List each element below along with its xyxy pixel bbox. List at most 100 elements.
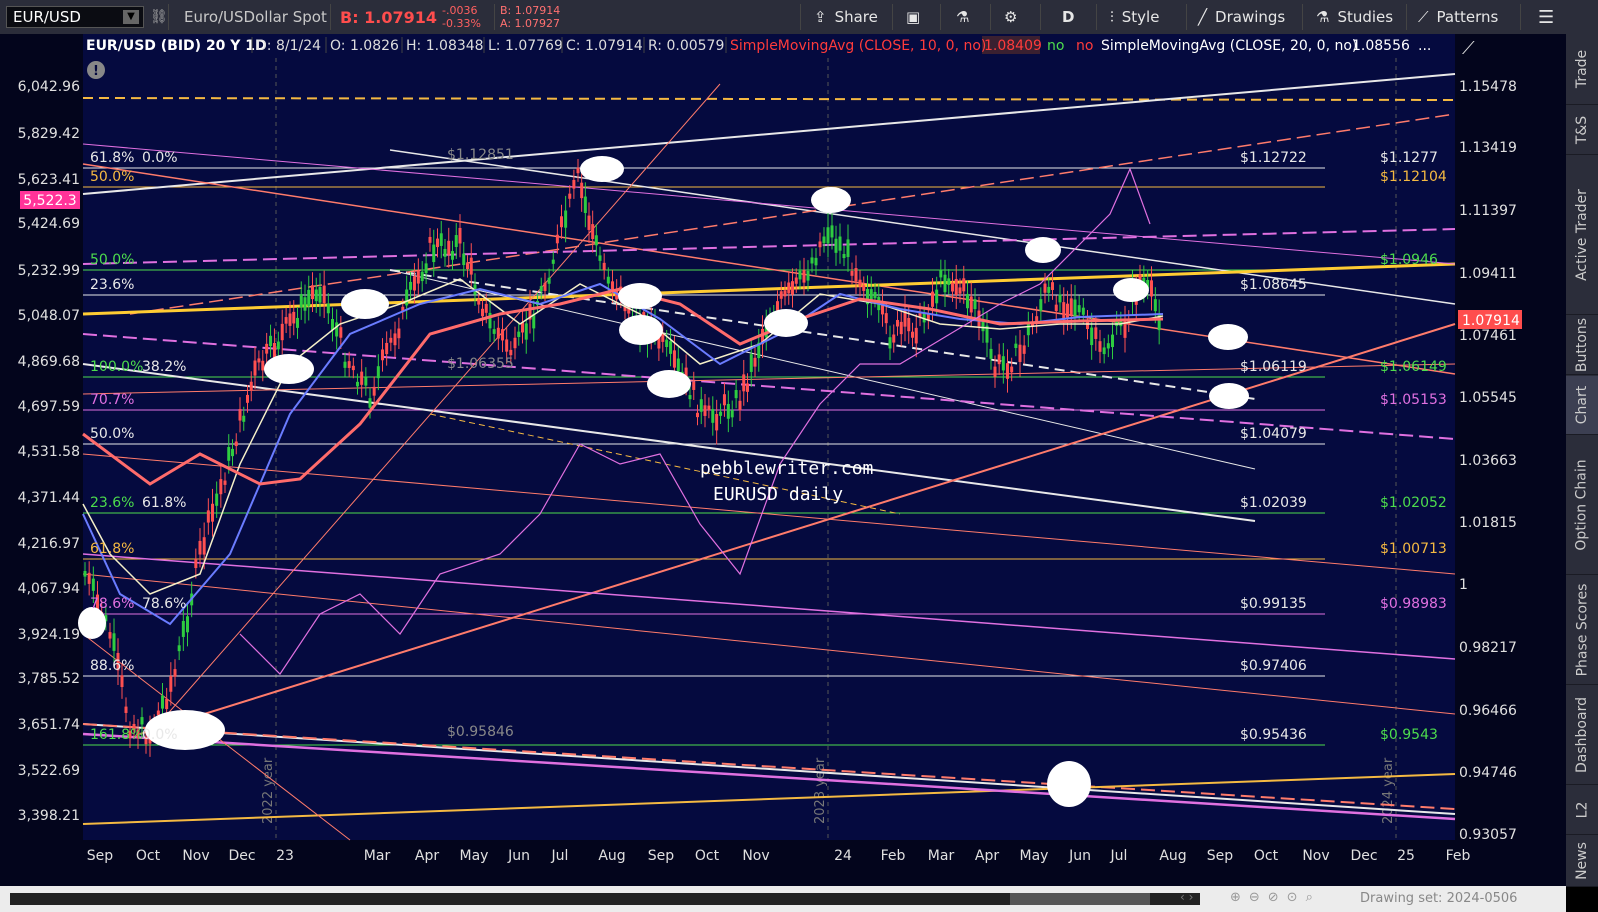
style-button[interactable]: ⫶ Style xyxy=(1110,0,1159,34)
candle-body xyxy=(416,270,420,284)
right-axis-tick: 1.13419 xyxy=(1459,140,1517,156)
candle-body xyxy=(726,403,730,419)
fib-right-price: $1.06149 xyxy=(1380,359,1447,375)
infobar-field: SimpleMovingAvg (CLOSE, 10, 0, no) xyxy=(730,38,986,54)
x-axis-tick: Sep xyxy=(1207,848,1234,864)
sidebar-tab-news[interactable]: News xyxy=(1566,836,1598,887)
marker-ellipse xyxy=(1113,278,1149,302)
candle-body xyxy=(587,215,591,230)
candle-body xyxy=(547,277,551,284)
share-button[interactable]: ⇪ Share xyxy=(814,0,878,34)
candle-body xyxy=(517,331,521,338)
period-button[interactable]: D xyxy=(1062,0,1074,34)
x-axis-tick: Jul xyxy=(551,848,569,864)
chevron-down-icon[interactable]: ▼ xyxy=(123,10,139,24)
fib-price-label: $1.04079 xyxy=(1240,426,1307,442)
candle-body xyxy=(83,570,87,577)
sidebar-tab-trade[interactable]: Trade xyxy=(1566,34,1598,105)
candle-body xyxy=(564,210,568,228)
price-chart[interactable]: 2022 year 2023 year 2024 year pebblewriter… xyxy=(0,34,1566,886)
drawing-tool-icon: ⟋ xyxy=(1462,38,1475,59)
candle-body xyxy=(505,339,509,352)
candle-body xyxy=(351,365,355,371)
candle-body xyxy=(873,291,877,299)
sidebar-tab-buttons[interactable]: Buttons xyxy=(1566,316,1598,375)
x-axis-tick: Sep xyxy=(648,848,675,864)
sidebar-tab-t-s[interactable]: T&S xyxy=(1566,106,1598,155)
candle-body xyxy=(854,268,858,282)
fib-pct-label-2: 0.0% xyxy=(142,727,178,743)
candle-body xyxy=(432,244,436,263)
gallery-icon[interactable]: ▣ xyxy=(906,0,920,34)
left-price-badge-text: 5,522.3 xyxy=(23,193,76,209)
candle-body xyxy=(830,225,834,238)
candle-body xyxy=(730,410,734,418)
candle-body xyxy=(492,329,496,334)
fib-right-price: $1.05153 xyxy=(1380,392,1447,408)
bottom-scrollbar[interactable]: ‹ › ⊕⊖⊘⊙⌕ Drawing set: 2024-0506 xyxy=(0,886,1566,912)
link-icon[interactable]: ⛓ xyxy=(150,0,168,34)
left-axis-tick: 3,651.74 xyxy=(18,717,80,733)
flask-icon[interactable]: ⚗ xyxy=(956,0,969,34)
sidebar-tab-label: L2 xyxy=(1574,801,1590,819)
candle-body xyxy=(1018,344,1022,362)
fib-pct-label: 50.0% xyxy=(90,426,134,442)
menu-icon[interactable]: ☰ xyxy=(1538,0,1554,34)
candle-body xyxy=(186,616,189,633)
scroll-thumb[interactable] xyxy=(1010,893,1150,905)
x-axis-tick: 23 xyxy=(276,848,294,864)
candle-body xyxy=(583,196,587,214)
fib-pct-label: 100.0% xyxy=(90,359,143,375)
candle-body xyxy=(907,317,911,332)
x-axis-tick: Apr xyxy=(415,848,439,864)
last-price-text: 1.07914 xyxy=(1462,313,1520,329)
ask-small: A: 1.07927 xyxy=(500,17,561,30)
sidebar-tab-phase-scores[interactable]: Phase Scores xyxy=(1566,576,1598,685)
x-axis-tick: Oct xyxy=(1254,848,1279,864)
sidebar-tab-chart[interactable]: Chart xyxy=(1566,376,1598,435)
patterns-button[interactable]: ⟋ Patterns xyxy=(1418,0,1498,34)
candle-body xyxy=(669,341,673,354)
candle-body xyxy=(385,342,389,355)
right-axis-tick: 0.94746 xyxy=(1459,765,1517,781)
gear-icon[interactable]: ⚙ xyxy=(1004,0,1017,34)
candle-body xyxy=(356,381,359,387)
x-axis-tick: Oct xyxy=(695,848,720,864)
candle-body xyxy=(269,335,273,347)
x-axis-tick: Jun xyxy=(1068,848,1091,864)
candle-body xyxy=(1054,304,1058,312)
sidebar-tab-l2[interactable]: L2 xyxy=(1566,786,1598,835)
infobar-field: ... xyxy=(1418,38,1431,54)
candle-body xyxy=(1047,286,1051,293)
candle-body xyxy=(280,323,284,341)
infobar-field: C: 1.07914 xyxy=(566,38,643,54)
sidebar-tab-active-trader[interactable]: Active Trader xyxy=(1566,156,1598,315)
candle-body xyxy=(303,297,307,311)
sidebar-tab-option-chain[interactable]: Option Chain xyxy=(1566,436,1598,575)
candle-body xyxy=(958,287,962,294)
x-axis-tick: Aug xyxy=(1159,848,1186,864)
fib-mid-price: $0.95846 xyxy=(447,724,514,740)
left-axis-tick: 5,232.99 xyxy=(18,263,80,279)
candle-body xyxy=(372,386,376,396)
marker-ellipse xyxy=(764,309,808,337)
candle-body xyxy=(173,669,177,677)
scroll-arrows[interactable]: ‹ › xyxy=(1180,890,1193,904)
candle-body xyxy=(1077,305,1081,313)
fib-mid-price: $1.12851 xyxy=(447,147,514,163)
fib-pct-label: 50.0% xyxy=(90,252,134,268)
zoom-icons[interactable]: ⊕⊖⊘⊙⌕ xyxy=(1230,890,1321,905)
left-axis-tick: 4,371.44 xyxy=(18,490,80,506)
right-axis-tick: 0.93057 xyxy=(1459,827,1517,843)
studies-button[interactable]: ⚗ Studies xyxy=(1316,0,1393,34)
x-axis-tick: Feb xyxy=(881,848,906,864)
sidebar-tab-dashboard[interactable]: Dashboard xyxy=(1566,686,1598,785)
candle-body xyxy=(555,234,559,244)
right-axis-tick: 1.01815 xyxy=(1459,515,1517,531)
fib-price-label: $1.06119 xyxy=(1240,359,1307,375)
symbol-selector[interactable]: EUR/USD ▼ xyxy=(6,6,144,28)
info-icon-glyph: ! xyxy=(93,64,99,79)
right-axis-tick: 1.07461 xyxy=(1459,328,1517,344)
candle-body xyxy=(376,366,380,379)
drawings-button[interactable]: ╱ Drawings xyxy=(1198,0,1285,34)
